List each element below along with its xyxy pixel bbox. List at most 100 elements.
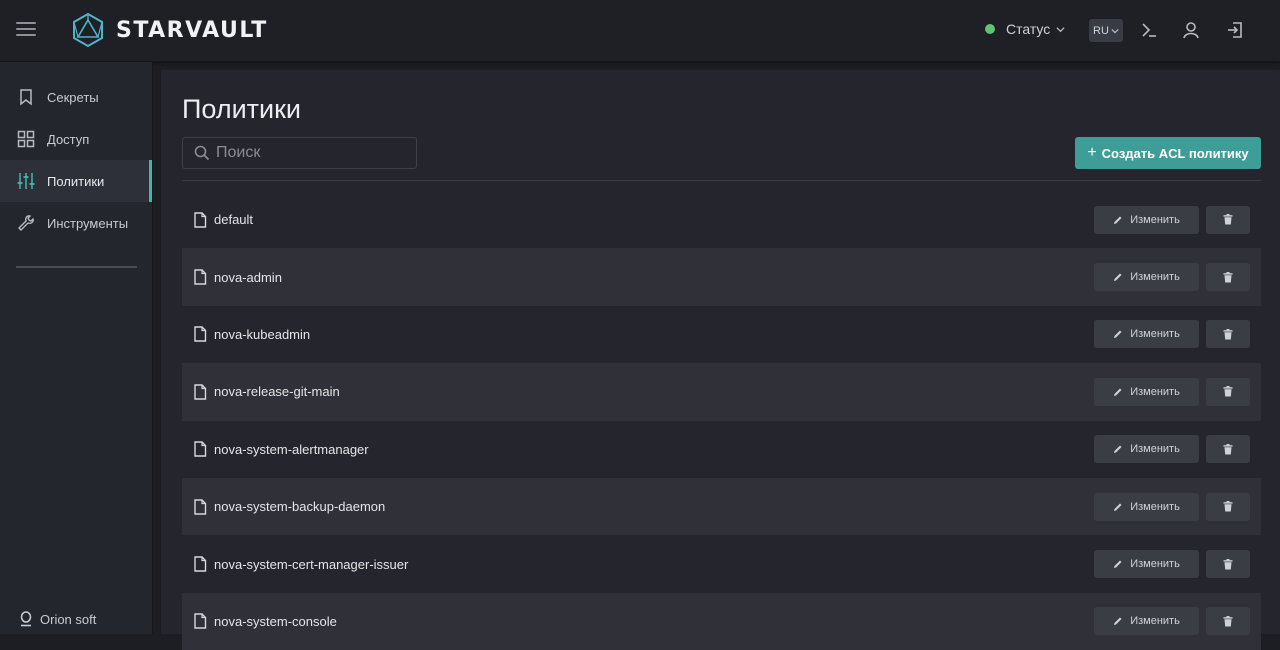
chevron-down-icon [1056,26,1065,32]
edit-button-label: Изменить [1130,500,1180,513]
sidebar-item-label: Политики [47,173,105,189]
edit-button-label: Изменить [1130,443,1180,456]
delete-button[interactable] [1206,607,1250,636]
policy-name[interactable]: nova-system-backup-daemon [214,499,385,514]
pencil-icon [1114,330,1122,339]
search-icon [194,145,210,161]
trash-icon [1223,501,1233,512]
file-icon [194,613,207,630]
sidebar-item-label: Инструменты [47,215,129,231]
pencil-icon [1114,503,1122,511]
policy-name[interactable]: nova-kubeadmin [214,327,310,342]
edit-button[interactable]: Изменить [1094,263,1199,292]
edit-button-label: Изменить [1130,271,1180,284]
list-item[interactable]: nova-system-backup-daemon Изменить [182,477,1261,536]
edit-button-label: Изменить [1130,213,1180,226]
pencil-icon [1114,617,1122,626]
edit-button-label: Изменить [1130,615,1180,628]
edit-button-label: Изменить [1130,385,1180,398]
delete-button[interactable] [1206,205,1250,234]
trash-icon [1223,386,1233,397]
delete-button[interactable] [1206,320,1250,349]
list-item[interactable]: nova-kubeadmin Изменить [182,306,1261,363]
edit-button[interactable]: Изменить [1094,607,1199,636]
search-box[interactable] [182,137,417,169]
list-item[interactable]: nova-system-cert-manager-issuer Изменить [182,535,1261,592]
org-label: Orion soft [40,611,97,627]
policy-name[interactable]: nova-admin [214,270,282,285]
sidebar-item-tools[interactable]: Инструменты [0,202,152,244]
file-icon [194,498,207,515]
delete-button[interactable] [1206,263,1250,292]
pencil-icon [1114,560,1122,569]
delete-button[interactable] [1206,492,1250,521]
chevron-down-icon [1111,28,1119,33]
orion-logo-icon [20,611,32,627]
org-link[interactable]: Orion soft [19,611,96,627]
sidebar-item-policies[interactable]: Политики [0,160,152,202]
page-title: Политики [182,94,302,124]
trash-icon [1223,214,1233,225]
grid-icon [17,130,35,148]
top-bar: STARVAULT Статус RU [0,0,1280,62]
policy-name[interactable]: default [214,212,253,227]
delete-button[interactable] [1206,377,1250,406]
sidebar-item-secrets[interactable]: Секреты [0,76,152,118]
list-item[interactable]: nova-system-alertmanager Изменить [182,421,1261,478]
pencil-icon [1114,388,1122,396]
edit-button[interactable]: Изменить [1094,205,1199,234]
logo[interactable]: STARVAULT [72,13,268,47]
list-item[interactable]: default Изменить [182,191,1261,248]
bookmark-icon [20,89,32,106]
list-item[interactable]: nova-release-git-main Изменить [182,363,1261,421]
logo-icon [73,13,103,47]
file-icon [194,556,207,572]
delete-button[interactable] [1206,550,1250,579]
policy-name[interactable]: nova-release-git-main [214,384,340,399]
trash-icon [1223,443,1233,455]
edit-button[interactable]: Изменить [1094,320,1199,349]
policy-name[interactable]: nova-system-cert-manager-issuer [214,557,408,572]
logout-icon[interactable] [1225,20,1245,40]
plus-icon: + [1087,144,1097,161]
status-label: Статус [1006,21,1051,37]
file-icon [194,384,207,400]
pencil-icon [1114,445,1122,454]
menu-icon[interactable] [16,22,36,38]
trash-icon [1223,328,1233,340]
wrench-icon [18,215,34,231]
pencil-icon [1114,273,1122,282]
policy-name[interactable]: nova-system-alertmanager [214,442,369,457]
header-divider [182,180,1261,181]
app-name: STARVAULT [116,17,268,43]
edit-button[interactable]: Изменить [1094,550,1199,579]
edit-button-label: Изменить [1130,328,1180,341]
file-icon [194,269,207,285]
main-panel: Политики + Создать ACL политику default И… [161,70,1280,650]
sliders-icon [17,173,35,189]
sidebar-divider [16,266,137,268]
status-dropdown[interactable]: Статус [985,21,1065,37]
sidebar: Секреты Доступ Политики Инструменты Orio… [0,62,153,634]
file-icon [194,441,207,457]
file-icon [194,326,207,343]
trash-icon [1223,558,1233,570]
create-acl-policy-button[interactable]: + Создать ACL политику [1075,137,1261,169]
terminal-icon[interactable] [1139,20,1159,40]
list-item[interactable]: nova-admin Изменить [182,248,1261,306]
pencil-icon [1114,216,1122,224]
edit-button[interactable]: Изменить [1094,377,1199,406]
search-input[interactable] [216,144,406,162]
policy-list: default Изменить nova-admin Изменить nova-ku… [182,191,1261,650]
status-indicator [985,24,995,34]
list-item[interactable]: nova-system-console Изменить [182,592,1261,650]
sidebar-item-label: Секреты [47,89,99,105]
trash-icon [1223,615,1233,627]
policy-name[interactable]: nova-system-console [214,614,337,629]
sidebar-item-access[interactable]: Доступ [0,118,152,160]
edit-button[interactable]: Изменить [1094,492,1199,521]
user-icon[interactable] [1181,20,1201,40]
edit-button[interactable]: Изменить [1094,435,1199,464]
delete-button[interactable] [1206,435,1250,464]
language-selector[interactable]: RU [1089,19,1123,42]
